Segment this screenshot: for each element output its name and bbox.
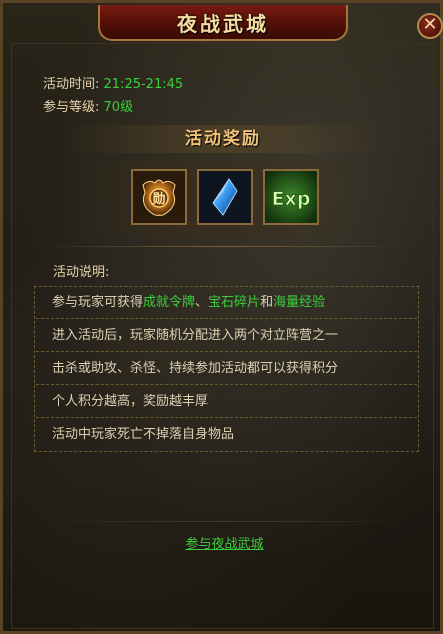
description-text: 击杀或助攻、杀怪、持续参加活动都可以获得积分 — [52, 361, 339, 376]
event-panel: 夜战武城 ✕ 活动时间: 21:25-21:45 参与等级: 70级 活动奖励 … — [0, 0, 443, 634]
svg-text:勋: 勋 — [151, 191, 165, 207]
description-row: 活动中玩家死亡不掉落自身物品 — [36, 419, 417, 451]
reward-slot-experience[interactable]: Exp — [263, 169, 319, 225]
section-divider — [39, 246, 412, 247]
description-text: 个人积分越高，奖励越丰厚 — [52, 394, 209, 409]
medal-icon: 勋 — [133, 171, 185, 223]
window-title: 夜战武城 — [177, 12, 269, 36]
event-level-row: 参与等级: 70级 — [43, 96, 133, 115]
reward-slot-gem-fragment[interactable] — [197, 169, 253, 225]
join-event-link[interactable]: 参与夜战武城 — [3, 533, 443, 552]
description-text: 进入活动后，玩家随机分配进入两个对立阵营之一 — [52, 328, 339, 343]
description-row: 参与玩家可获得成就令牌、宝石碎片和海量经验 — [36, 287, 417, 319]
reward-header: 活动奖励 — [63, 125, 383, 153]
reward-name-experience: 海量经验 — [273, 295, 326, 310]
bottom-divider — [39, 521, 412, 522]
exp-icon: Exp — [265, 171, 317, 223]
event-time-value: 21:25-21:45 — [103, 77, 184, 92]
exp-icon-label: Exp — [272, 188, 311, 210]
close-button[interactable]: ✕ — [417, 13, 443, 39]
description-text: 参与玩家可获得 — [52, 295, 144, 310]
description-row: 击杀或助攻、杀怪、持续参加活动都可以获得积分 — [36, 353, 417, 385]
description-text: 、 — [195, 295, 209, 310]
reward-name-achievement-token: 成就令牌 — [143, 295, 196, 310]
description-text: 和 — [260, 295, 274, 310]
description-text: 活动中玩家死亡不掉落自身物品 — [52, 427, 235, 442]
event-time-label: 活动时间: — [43, 77, 100, 92]
event-level-value: 70级 — [103, 100, 134, 115]
reward-name-gem-fragment: 宝石碎片 — [208, 295, 261, 310]
event-level-label: 参与等级: — [43, 100, 100, 115]
description-title: 活动说明: — [53, 265, 110, 280]
reward-slot-achievement-token[interactable]: 勋 — [131, 169, 187, 225]
description-row: 进入活动后，玩家随机分配进入两个对立阵营之一 — [36, 320, 417, 352]
blue-crystal-icon — [199, 171, 251, 223]
event-time-row: 活动时间: 21:25-21:45 — [43, 73, 183, 92]
description-row: 个人积分越高，奖励越丰厚 — [36, 386, 417, 418]
reward-header-text: 活动奖励 — [185, 129, 261, 149]
title-bar: 夜战武城 — [98, 5, 348, 41]
